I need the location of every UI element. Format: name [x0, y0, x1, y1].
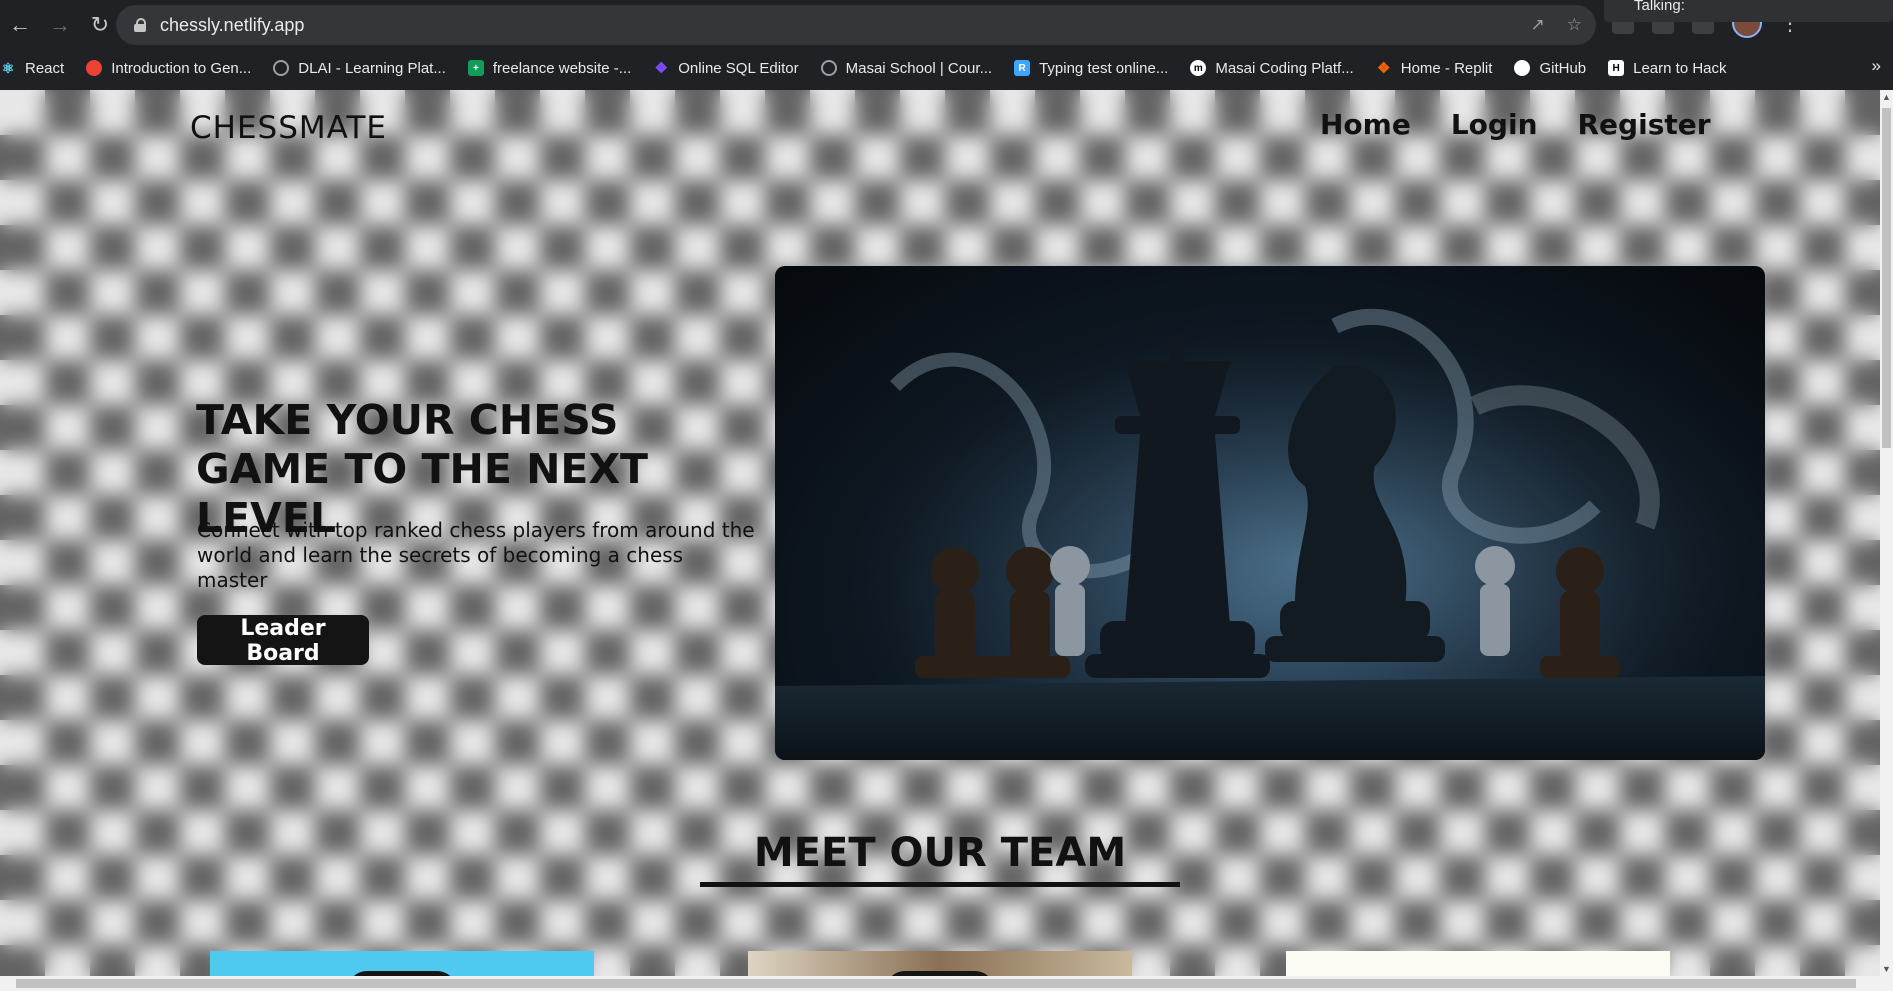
team-section-title: MEET OUR TEAM [753, 830, 1127, 876]
bookmark-dlai[interactable]: DLAI - Learning Plat... [273, 60, 446, 77]
team-title-underline [700, 882, 1180, 887]
talking-popup: Talking: [1604, 0, 1893, 22]
scroll-up-arrow-icon[interactable]: ▲ [1880, 90, 1893, 104]
hero-chess-image [775, 266, 1765, 760]
github-icon [1514, 60, 1531, 76]
bookmark-masai-school[interactable]: Masai School | Cour... [820, 60, 992, 77]
scroll-down-arrow-icon[interactable]: ▼ [1880, 962, 1893, 976]
browser-chrome: ← → ↻ chessly.netlify.app ↗ ☆ ⋮ Talking:… [0, 0, 1893, 90]
address-bar[interactable]: chessly.netlify.app ↗ ☆ [116, 5, 1596, 45]
globe-icon [273, 60, 290, 76]
bookmarks-bar: ⚛ React Introduction to Gen... DLAI - Lea… [0, 56, 1893, 80]
leader-board-button[interactable]: Leader Board [197, 615, 369, 666]
replit-icon: ❖ [1377, 60, 1391, 77]
nav-register-link[interactable]: Register [1578, 108, 1711, 141]
hero-subtitle: Connect with top ranked chess players fr… [197, 518, 755, 592]
forward-icon[interactable]: → [40, 5, 80, 45]
bookmarks-overflow-icon[interactable]: » [1872, 56, 1881, 76]
site-nav-links: Home Login Register [1320, 108, 1711, 141]
site-navbar: CHESSMATE Home Login Register [0, 90, 1880, 165]
chess-pieces-illustration [775, 266, 1765, 760]
omnibox-actions: ↗ ☆ [1531, 15, 1583, 35]
site-logo[interactable]: CHESSMATE [190, 110, 387, 146]
sql-editor-icon: ❖ [654, 60, 668, 77]
react-icon: ⚛ [1, 59, 15, 76]
sheets-icon: + [467, 60, 484, 76]
reload-icon[interactable]: ↻ [80, 5, 120, 45]
team-member-card[interactable] [748, 951, 1132, 976]
bookmark-github[interactable]: GitHub [1514, 60, 1586, 77]
horizontal-scroll-thumb[interactable] [16, 979, 1856, 988]
bookmark-learn-to-hack[interactable]: H Learn to Hack [1608, 60, 1727, 77]
horizontal-scrollbar[interactable] [0, 976, 1893, 991]
bookmark-typing-test[interactable]: R Typing test online... [1014, 60, 1168, 77]
typing-icon: R [1014, 60, 1031, 76]
bookmark-sql-editor[interactable]: ❖ Online SQL Editor [653, 60, 799, 78]
bookmark-star-icon[interactable]: ☆ [1567, 15, 1582, 35]
url-text[interactable]: chessly.netlify.app [160, 15, 304, 36]
google-cloud-icon [86, 60, 103, 76]
lock-icon[interactable] [134, 18, 146, 32]
back-icon[interactable]: ← [0, 5, 40, 45]
team-member-card[interactable] [1286, 951, 1670, 976]
bookmark-freelance[interactable]: + freelance website -... [467, 60, 631, 77]
share-icon[interactable]: ↗ [1531, 15, 1545, 35]
bookmark-gen-ai[interactable]: Introduction to Gen... [86, 60, 251, 77]
vertical-scrollbar[interactable]: ▲ ▼ [1880, 90, 1893, 976]
hack-icon: H [1608, 60, 1625, 76]
bookmark-replit[interactable]: ❖ Home - Replit [1376, 60, 1492, 78]
nav-home-link[interactable]: Home [1320, 108, 1411, 141]
bookmark-react[interactable]: ⚛ React [0, 60, 64, 77]
bookmark-masai-coding[interactable]: m Masai Coding Platf... [1190, 60, 1354, 77]
page-viewport: CHESSMATE Home Login Register TAKE YOUR … [0, 90, 1880, 976]
team-member-card[interactable] [210, 951, 594, 976]
nav-login-link[interactable]: Login [1451, 108, 1538, 141]
masai-icon: m [1190, 60, 1207, 76]
vertical-scroll-thumb[interactable] [1882, 108, 1891, 448]
globe-icon [820, 60, 837, 76]
